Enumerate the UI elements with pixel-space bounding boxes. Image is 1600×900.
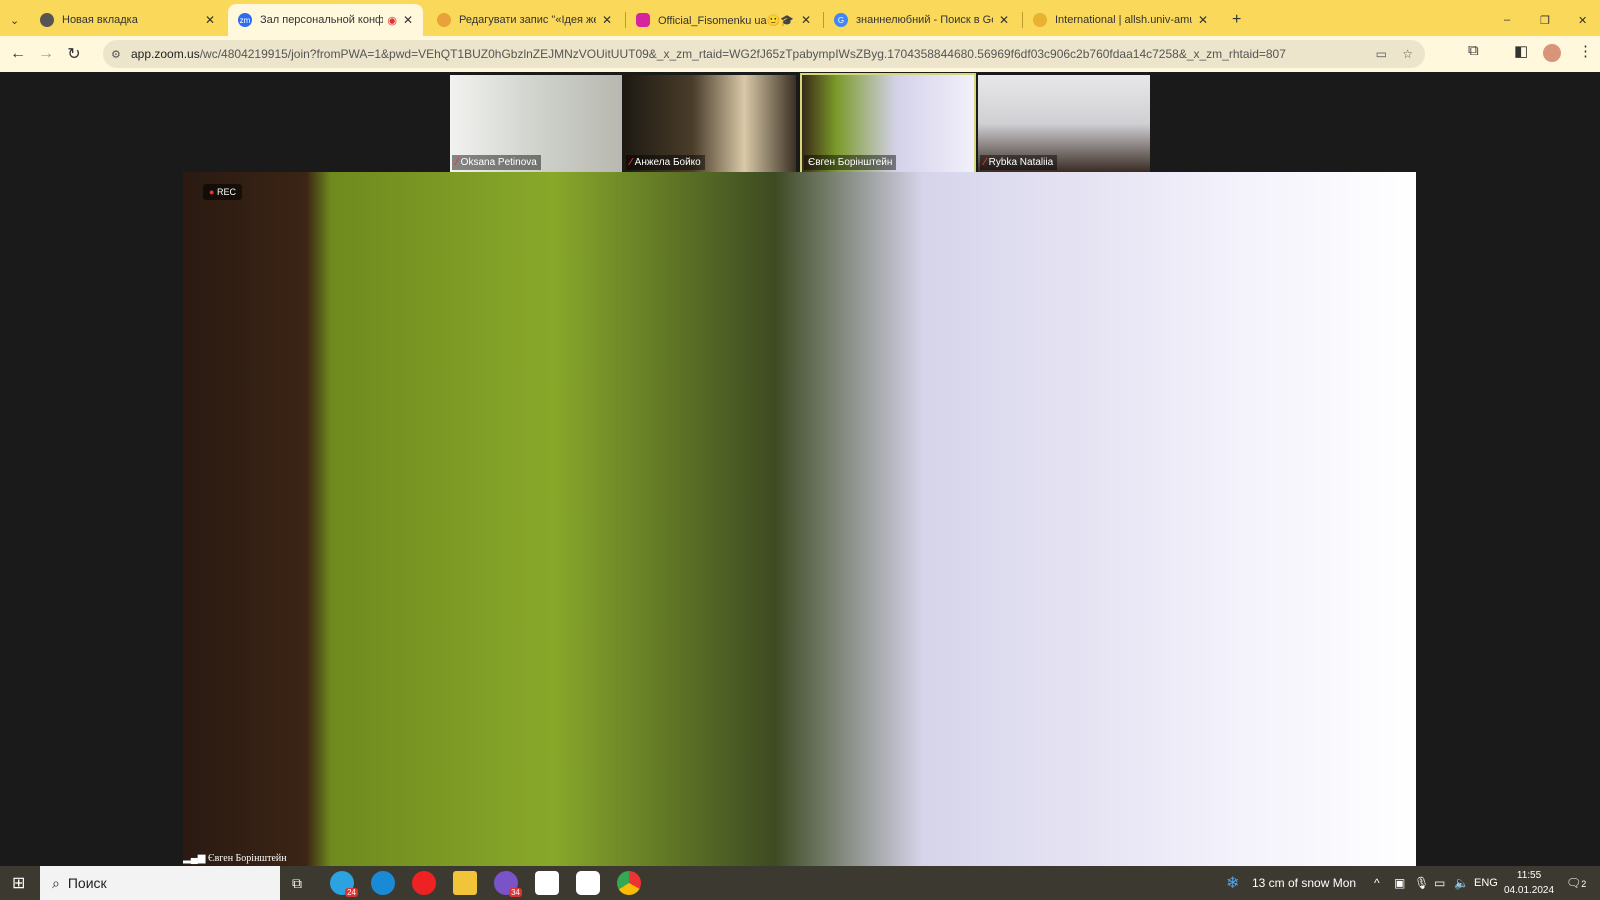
new-tab-button[interactable]: + xyxy=(1222,4,1251,36)
participant-name: Oksana Petinova xyxy=(460,157,537,168)
tab-title: Новая вкладка xyxy=(62,14,138,26)
back-button[interactable]: ← xyxy=(4,45,32,63)
viber-icon[interactable]: 34 xyxy=(494,871,522,897)
participant-tile[interactable]: ⁄ Анжела Бойко xyxy=(624,75,796,172)
telegram-badge: 24 xyxy=(345,888,358,897)
capcut-icon[interactable] xyxy=(576,871,600,895)
weather-widget[interactable]: 13 cm of snow Mon xyxy=(1252,876,1356,890)
close-icon[interactable]: ✕ xyxy=(1198,13,1208,27)
network-icon[interactable]: ▭ xyxy=(1434,876,1445,890)
clock[interactable]: 11:55 04.01.2024 xyxy=(1504,868,1554,898)
tab-title: знаннелюбний - Поиск в Goo xyxy=(856,14,993,26)
recording-icon: ◉ xyxy=(387,14,397,27)
tab-title: International | allsh.univ-amu.fr xyxy=(1055,14,1192,26)
search-icon: ⌕ xyxy=(52,874,60,891)
opera-icon[interactable] xyxy=(412,871,436,895)
telegram-icon[interactable]: 24 xyxy=(330,871,358,897)
url-host: app.zoom.us xyxy=(131,47,200,61)
speaker-name: Євген Борінштейн xyxy=(207,853,287,864)
tab-bar: ⌄ Новая вкладка ✕ zm Зал персональной конф… xyxy=(0,0,1600,36)
camera-icon[interactable]: ▭ xyxy=(1376,47,1387,61)
notification-count: 2 xyxy=(1581,879,1587,889)
tab-zoom[interactable]: zm Зал персональной конфер ◉ ✕ xyxy=(228,4,423,36)
forward-button[interactable]: → xyxy=(32,45,60,63)
wordpress-icon xyxy=(437,13,451,27)
time: 11:55 xyxy=(1516,870,1542,881)
language-indicator[interactable]: ENG xyxy=(1474,877,1498,889)
signal-icon: ▂▄▆ xyxy=(183,853,208,864)
side-panel-icon[interactable]: ◧ xyxy=(1514,42,1528,60)
browser-toolbar: ← → ↻ ⚙ app.zoom.us/wc/4804219915/join?f… xyxy=(0,36,1600,72)
site-icon xyxy=(1033,13,1047,27)
google-icon: G xyxy=(834,13,848,27)
tab-instagram[interactable]: Official_Fisomenku ua🙂🎓 (@ ✕ xyxy=(626,4,821,36)
profile-avatar[interactable] xyxy=(1543,44,1561,62)
participant-name: Анжела Бойко xyxy=(634,157,701,168)
participant-tile-active[interactable]: Євген Борінштейн xyxy=(800,73,976,174)
taskbar-search[interactable]: ⌕ Поиск xyxy=(40,866,280,900)
search-placeholder: Поиск xyxy=(67,875,107,891)
recording-indicator: ● REC xyxy=(203,184,242,200)
rec-dot-icon: ● xyxy=(209,187,215,197)
camera-tray-icon[interactable]: ▣ xyxy=(1394,876,1405,890)
tab-amu[interactable]: International | allsh.univ-amu.fr ✕ xyxy=(1023,4,1218,36)
rec-label: REC xyxy=(216,187,236,197)
close-icon[interactable]: ✕ xyxy=(205,13,215,27)
windows-taskbar: ⊞ ⌕ Поиск ⧉ 24 34 ❄ 13 cm of snow Mon ^ ▣… xyxy=(0,866,1600,900)
snowflake-icon: ❄ xyxy=(1226,875,1240,892)
microphone-icon[interactable]: 🎙 xyxy=(1414,876,1429,890)
windows-start-icon[interactable]: ⊞ xyxy=(12,873,25,893)
notifications-icon[interactable]: 🗨2 xyxy=(1566,876,1586,890)
close-window-button[interactable]: ✕ xyxy=(1568,4,1597,36)
date: 04.01.2024 xyxy=(1504,885,1555,896)
address-bar[interactable]: ⚙ app.zoom.us/wc/4804219915/join?fromPWA… xyxy=(103,40,1425,68)
close-icon[interactable]: ✕ xyxy=(602,13,612,27)
bookmark-star-icon[interactable]: ☆ xyxy=(1402,47,1413,61)
store-icon[interactable] xyxy=(535,871,559,895)
mic-muted-icon: ⁄ xyxy=(630,157,632,168)
volume-icon[interactable]: 🔈 xyxy=(1454,876,1469,890)
reload-button[interactable]: ↻ xyxy=(60,44,88,64)
menu-icon[interactable]: ⋮ xyxy=(1578,42,1593,60)
tab-new[interactable]: Новая вкладка ✕ xyxy=(30,4,225,36)
tab-title: Редагувати запис "«Ідея жерт xyxy=(459,14,596,26)
active-speaker-label: ▂▄▆ Євген Борінштейн xyxy=(183,853,287,864)
participant-name: Євген Борінштейн xyxy=(808,157,893,168)
chrome-taskbar-icon[interactable] xyxy=(617,871,641,895)
chrome-icon xyxy=(40,13,54,27)
edge-icon[interactable] xyxy=(371,871,395,895)
instagram-icon xyxy=(636,13,650,27)
tab-search-button[interactable]: ⌄ xyxy=(4,4,30,36)
viber-badge: 34 xyxy=(509,888,522,897)
minimize-button[interactable]: – xyxy=(1494,4,1520,36)
active-speaker-video: ● REC ▂▄▆ Євген Борінштейн xyxy=(183,172,1416,866)
mic-muted-icon: ⁄ xyxy=(456,157,458,168)
participant-tile[interactable]: ⁄ Rybka Nataliia xyxy=(978,75,1150,172)
zoom-meeting: ⁄ Oksana Petinova ⁄ Анжела Бойко Євген Бор… xyxy=(0,72,1600,866)
close-icon[interactable]: ✕ xyxy=(801,13,811,27)
participant-name: Rybka Nataliia xyxy=(988,157,1054,168)
tab-title: Official_Fisomenku ua🙂🎓 (@ xyxy=(658,14,795,27)
zoom-icon: zm xyxy=(238,13,252,27)
extensions-icon[interactable]: ⧉ xyxy=(1468,42,1479,59)
site-info-icon[interactable]: ⚙ xyxy=(111,48,121,61)
file-explorer-icon[interactable] xyxy=(453,871,477,895)
close-icon[interactable]: ✕ xyxy=(999,13,1009,27)
close-icon[interactable]: ✕ xyxy=(403,13,413,27)
tab-wordpress[interactable]: Редагувати запис "«Ідея жерт ✕ xyxy=(427,4,622,36)
task-view-icon[interactable]: ⧉ xyxy=(292,875,302,892)
mic-muted-icon: ⁄ xyxy=(984,157,986,168)
show-hidden-icons[interactable]: ^ xyxy=(1374,876,1380,890)
restore-button[interactable]: ❐ xyxy=(1530,4,1560,36)
tab-title: Зал персональной конфер xyxy=(260,14,384,26)
url-path: /wc/4804219915/join?fromPWA=1&pwd=VEhQT1… xyxy=(199,47,1286,61)
tab-google[interactable]: Gзнаннелюбний - Поиск в Goo ✕ xyxy=(824,4,1019,36)
participant-tile[interactable]: ⁄ Oksana Petinova xyxy=(450,75,622,172)
